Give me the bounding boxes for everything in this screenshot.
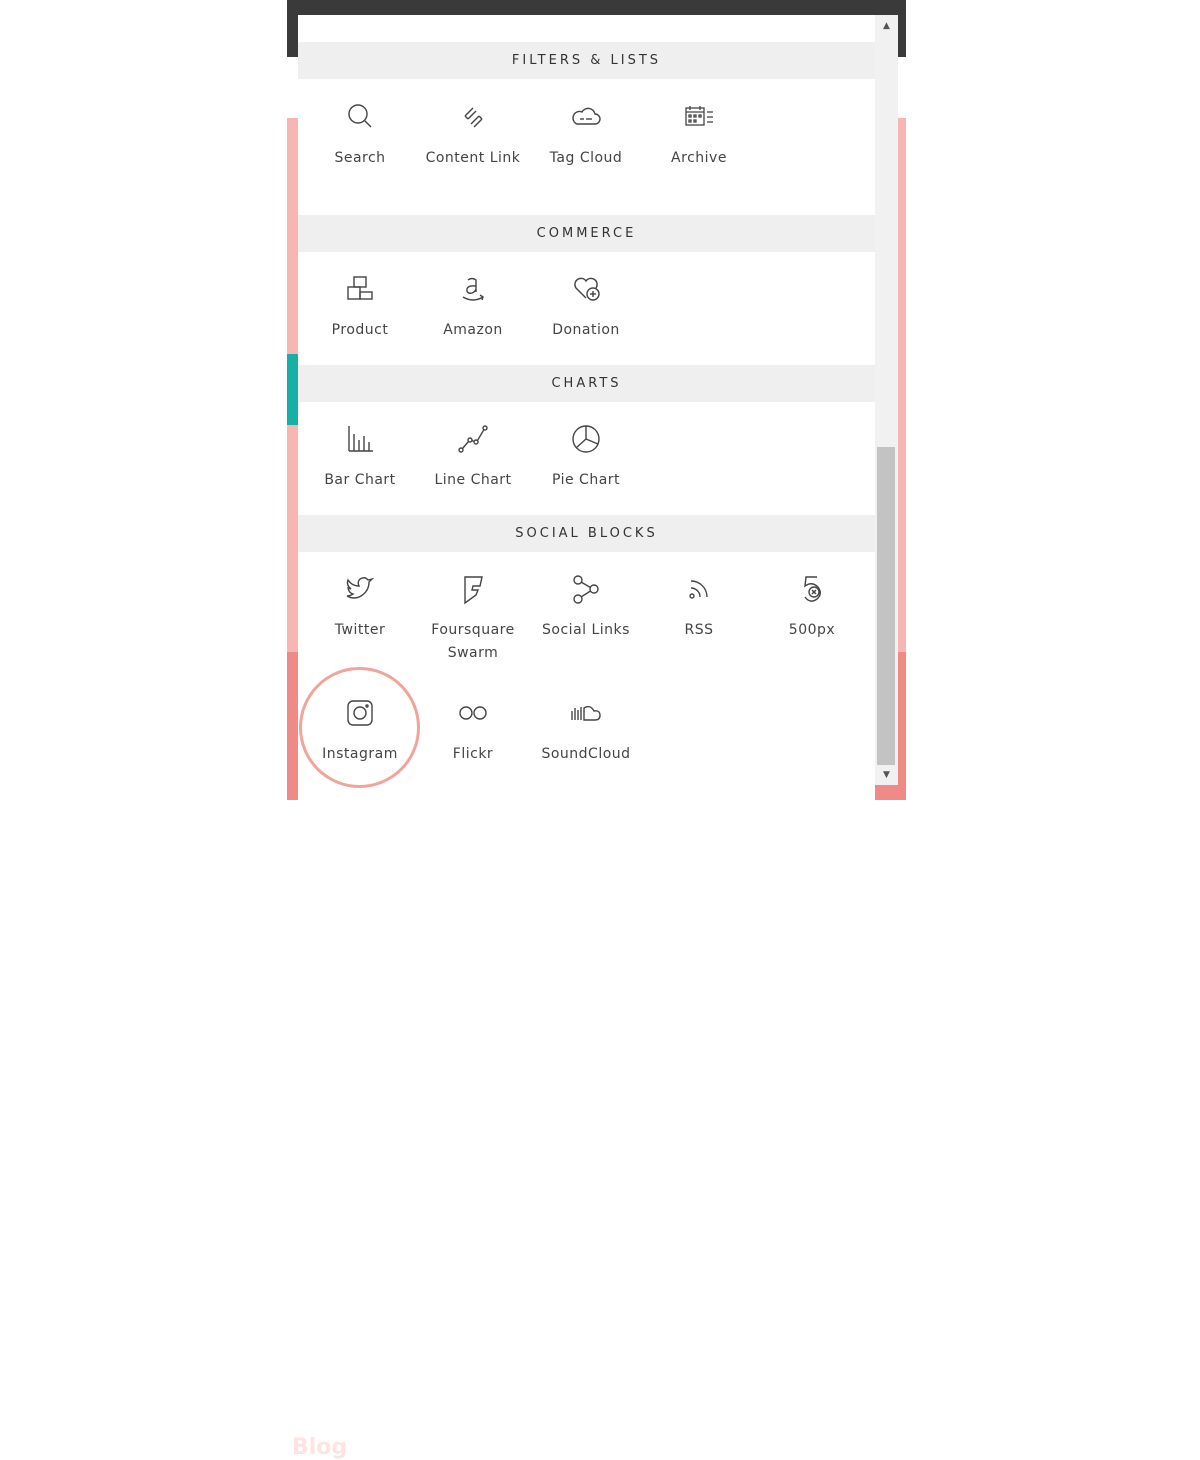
scroll-down-arrow[interactable]: ▼ <box>875 770 898 780</box>
section-header-social-blocks: SOCIAL BLOCKS <box>298 515 875 552</box>
block-rss[interactable]: RSS <box>643 572 755 642</box>
line-chart-icon <box>458 425 488 453</box>
section-header-commerce: COMMERCE <box>298 215 875 252</box>
block-label: Flickr <box>452 746 494 762</box>
block-label: SoundCloud <box>541 746 631 762</box>
block-amazon[interactable]: Amazon <box>417 272 529 342</box>
bar-chart-icon <box>348 426 373 452</box>
search-icon <box>348 104 372 128</box>
block-label: Content Link <box>425 150 521 166</box>
content-link-icon <box>464 107 483 128</box>
block-pie-chart[interactable]: Pie Chart <box>530 422 642 492</box>
foursquare-icon <box>464 576 483 605</box>
block-500px[interactable]: 500px <box>756 572 868 642</box>
section-header-filters-lists: FILTERS & LISTS <box>298 42 875 79</box>
social-links-icon <box>573 575 599 604</box>
block-social-links[interactable]: Social Links <box>530 572 642 642</box>
block-soundcloud[interactable]: SoundCloud <box>530 696 642 766</box>
block-product[interactable]: Product <box>304 272 416 342</box>
block-label: Product <box>331 322 389 338</box>
donation-icon <box>574 277 600 301</box>
block-twitter[interactable]: Twitter <box>304 572 416 642</box>
panel-top-strip <box>298 15 875 41</box>
block-line-chart[interactable]: Line Chart <box>417 422 529 492</box>
block-label: RSS <box>684 622 714 638</box>
rss-icon <box>689 580 708 599</box>
scroll-up-arrow[interactable]: ▲ <box>875 21 898 31</box>
block-label: Donation <box>552 322 620 338</box>
product-icon <box>347 276 373 300</box>
vertical-scrollbar[interactable]: ▲ ▼ <box>875 15 898 785</box>
block-label: Instagram <box>322 746 398 762</box>
block-label: Line Chart <box>434 472 512 488</box>
block-label: Search <box>334 150 386 166</box>
archive-icon <box>685 106 713 126</box>
block-content-link[interactable]: Content Link <box>417 100 529 170</box>
block-label: Foursquare Swarm <box>431 622 515 661</box>
block-label: Bar Chart <box>324 472 396 488</box>
scrollbar-thumb[interactable] <box>877 447 895 765</box>
block-label: Social Links <box>542 622 630 638</box>
block-tag-cloud[interactable]: Tag Cloud <box>530 100 642 170</box>
500px-icon <box>804 576 821 602</box>
block-label: 500px <box>788 622 836 638</box>
amazon-icon <box>462 277 484 301</box>
block-label: Twitter <box>334 622 386 638</box>
add-block-menu: FILTERS & LISTS Search Content Link Tag … <box>298 15 875 800</box>
block-label: Amazon <box>443 322 503 338</box>
block-archive[interactable]: Archive <box>643 100 755 170</box>
instagram-icon <box>347 700 373 726</box>
block-label: Archive <box>671 150 727 166</box>
section-header-charts: CHARTS <box>298 365 875 402</box>
block-bar-chart[interactable]: Bar Chart <box>304 422 416 492</box>
block-donation[interactable]: Donation <box>530 272 642 342</box>
block-label: Pie Chart <box>551 472 621 488</box>
block-flickr[interactable]: Flickr <box>417 696 529 766</box>
soundcloud-icon <box>571 705 601 721</box>
block-foursquare[interactable]: Foursquare Swarm <box>417 572 529 665</box>
background-blog-heading: Blog <box>292 1435 348 1460</box>
block-search[interactable]: Search <box>304 100 416 170</box>
block-label: Tag Cloud <box>549 150 623 166</box>
tag-cloud-icon <box>572 107 601 125</box>
pie-chart-icon <box>572 425 600 453</box>
block-instagram[interactable]: Instagram <box>304 696 416 766</box>
twitter-icon <box>346 577 375 599</box>
flickr-icon <box>459 706 487 720</box>
